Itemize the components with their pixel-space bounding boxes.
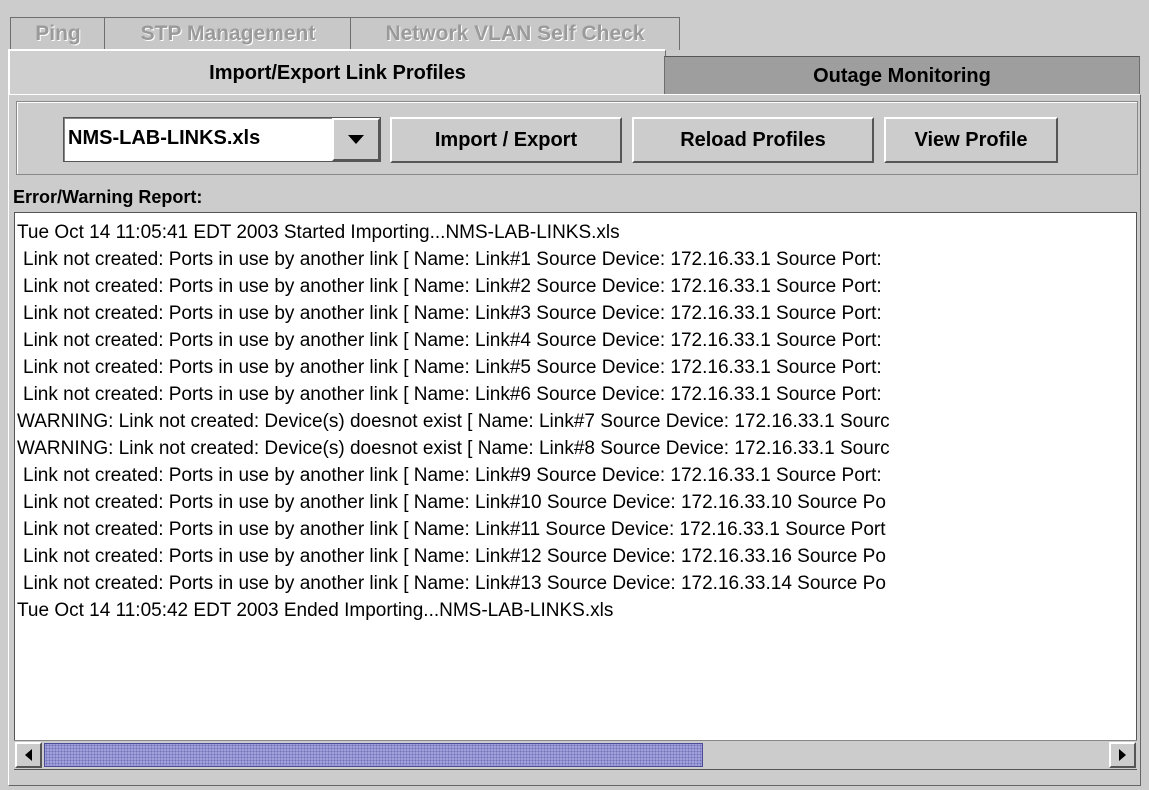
- report-line: Link not created: Ports in use by anothe…: [23, 384, 882, 405]
- scrollbar-thumb[interactable]: [44, 743, 703, 767]
- profile-select-value: NMS-LAB-LINKS.xls: [68, 127, 261, 149]
- profile-select[interactable]: NMS-LAB-LINKS.xls: [63, 117, 381, 162]
- report-line: WARNING: Link not created: Device(s) doe…: [17, 411, 890, 432]
- report-line: Link not created: Ports in use by anothe…: [23, 357, 882, 378]
- profile-select-arrow-button[interactable]: [332, 118, 380, 161]
- report-line: Link not created: Ports in use by anothe…: [23, 249, 882, 270]
- horizontal-scrollbar[interactable]: [14, 740, 1137, 769]
- import-export-button[interactable]: Import / Export: [390, 117, 622, 163]
- scroll-left-button[interactable]: [15, 742, 42, 768]
- report-line: WARNING: Link not created: Device(s) doe…: [17, 438, 890, 459]
- report-label: Error/Warning Report:: [13, 187, 203, 207]
- report-line: Link not created: Ports in use by anothe…: [23, 276, 882, 297]
- report-line: Link not created: Ports in use by anothe…: [23, 303, 882, 324]
- report-lines: Tue Oct 14 11:05:41 EDT 2003 Started Imp…: [17, 219, 1136, 624]
- error-warning-report[interactable]: Tue Oct 14 11:05:41 EDT 2003 Started Imp…: [14, 212, 1137, 770]
- view-profile-button[interactable]: View Profile: [884, 117, 1058, 163]
- report-line: Tue Oct 14 11:05:41 EDT 2003 Started Imp…: [17, 222, 620, 243]
- report-line: Link not created: Ports in use by anothe…: [23, 573, 886, 594]
- report-line: Tue Oct 14 11:05:42 EDT 2003 Ended Impor…: [17, 600, 614, 621]
- tab-import-export-link-profiles[interactable]: Import/Export Link Profiles: [8, 49, 666, 95]
- report-line: Link not created: Ports in use by anothe…: [23, 465, 882, 486]
- chevron-down-icon: [348, 135, 364, 144]
- tab-outage-monitoring[interactable]: Outage Monitoring: [664, 56, 1140, 95]
- report-line: Link not created: Ports in use by anothe…: [23, 519, 886, 540]
- tab-network-vlan-self-check[interactable]: Network VLAN Self Check: [350, 17, 680, 50]
- report-line: Link not created: Ports in use by anothe…: [23, 330, 882, 351]
- arrow-right-icon: [1119, 749, 1126, 761]
- report-line: Link not created: Ports in use by anothe…: [23, 546, 886, 567]
- tab-stp-management[interactable]: STP Management: [104, 17, 352, 50]
- scroll-right-button[interactable]: [1109, 742, 1136, 768]
- tab-ping[interactable]: Ping: [10, 17, 106, 50]
- report-line: Link not created: Ports in use by anothe…: [23, 492, 886, 513]
- arrow-left-icon: [25, 749, 32, 761]
- reload-profiles-button[interactable]: Reload Profiles: [632, 117, 874, 163]
